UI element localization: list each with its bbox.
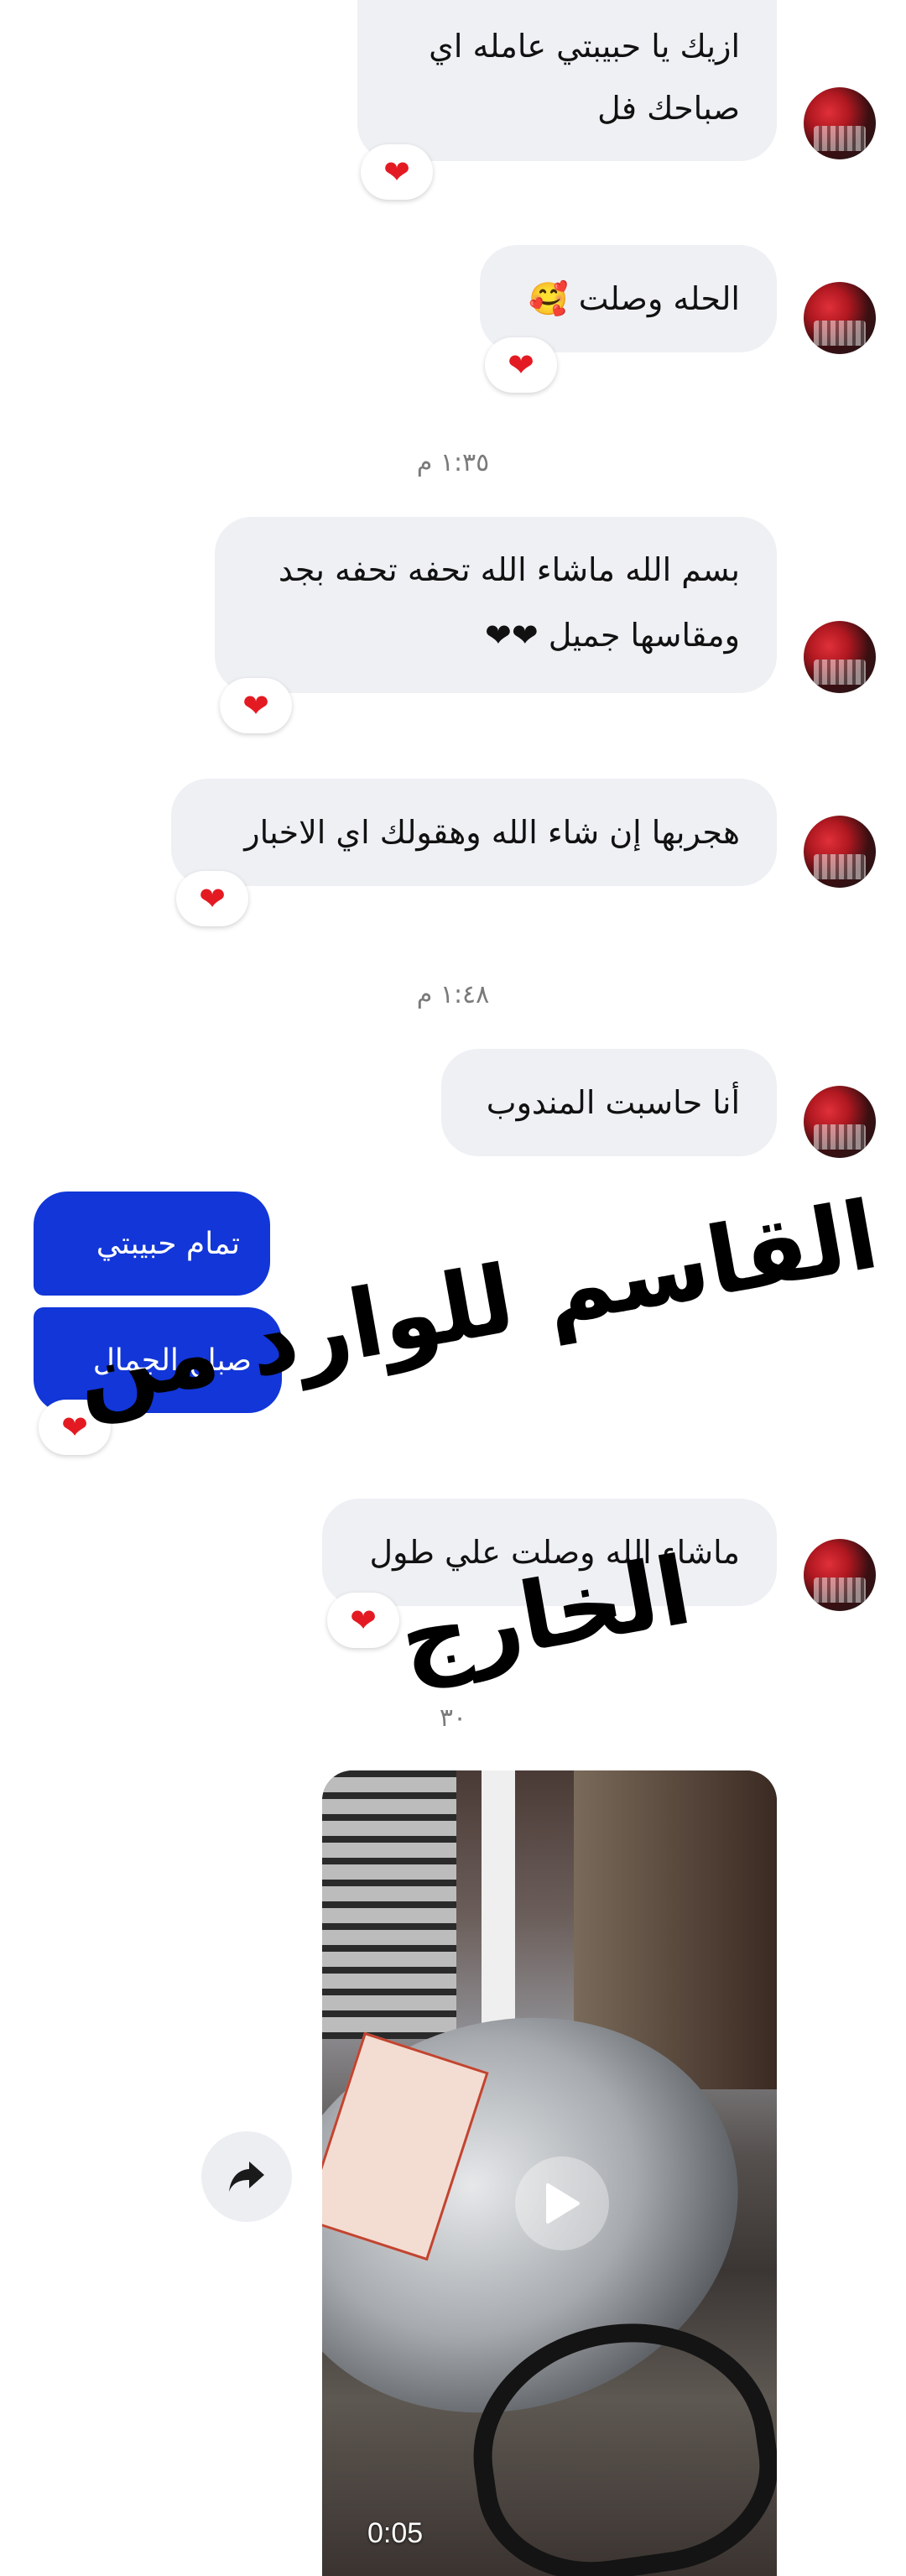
timestamp: ١:٤٨ م	[416, 980, 490, 1009]
incoming-message[interactable]: بسم الله ماشاء الله تحفه تحفه بجد ومقاسه…	[215, 517, 777, 693]
heart-reaction-icon[interactable]: ❤	[485, 337, 557, 393]
timestamp: ٣٠	[439, 1703, 467, 1733]
heart-reaction-icon[interactable]: ❤	[361, 144, 433, 200]
play-button[interactable]	[515, 2156, 609, 2250]
video-shelf	[322, 1770, 456, 2039]
message-text: هجربها إن شاء الله وهقولك اي الاخبار	[244, 814, 740, 851]
avatar[interactable]	[804, 87, 876, 159]
incoming-message[interactable]: ازيك يا حبيبتي عامله اي صباحك فل	[357, 0, 777, 161]
incoming-message[interactable]: الحله وصلت 🥰	[480, 245, 777, 352]
avatar[interactable]	[804, 816, 876, 888]
message-text: ومقاسها جميل ❤❤	[485, 617, 740, 654]
avatar[interactable]	[804, 1086, 876, 1158]
message-text: أنا حاسبت المندوب	[486, 1084, 740, 1121]
video-duration: 0:05	[367, 2517, 424, 2549]
timestamp: ١:٣٥ م	[416, 448, 490, 477]
message-text: صباحك فل	[597, 90, 740, 127]
message-text: بسم الله ماشاء الله تحفه تحفه بجد	[278, 551, 740, 588]
message-text: تمام حبيبتي	[96, 1226, 240, 1261]
play-icon	[546, 2183, 580, 2224]
avatar[interactable]	[804, 621, 876, 693]
avatar[interactable]	[804, 1539, 876, 1611]
heart-reaction-icon[interactable]: ❤	[176, 871, 248, 926]
share-button[interactable]	[201, 2131, 292, 2222]
avatar[interactable]	[804, 282, 876, 354]
outgoing-message[interactable]: تمام حبيبتي	[34, 1192, 270, 1296]
share-icon	[229, 2161, 264, 2192]
video-message[interactable]: 0:05	[322, 1770, 777, 2576]
heart-reaction-icon[interactable]: ❤	[220, 678, 292, 733]
message-text: ازيك يا حبيبتي عامله اي	[429, 28, 740, 65]
incoming-message[interactable]: أنا حاسبت المندوب	[441, 1049, 777, 1156]
message-text: الحله وصلت 🥰	[528, 280, 740, 317]
incoming-message[interactable]: هجربها إن شاء الله وهقولك اي الاخبار	[171, 779, 777, 886]
